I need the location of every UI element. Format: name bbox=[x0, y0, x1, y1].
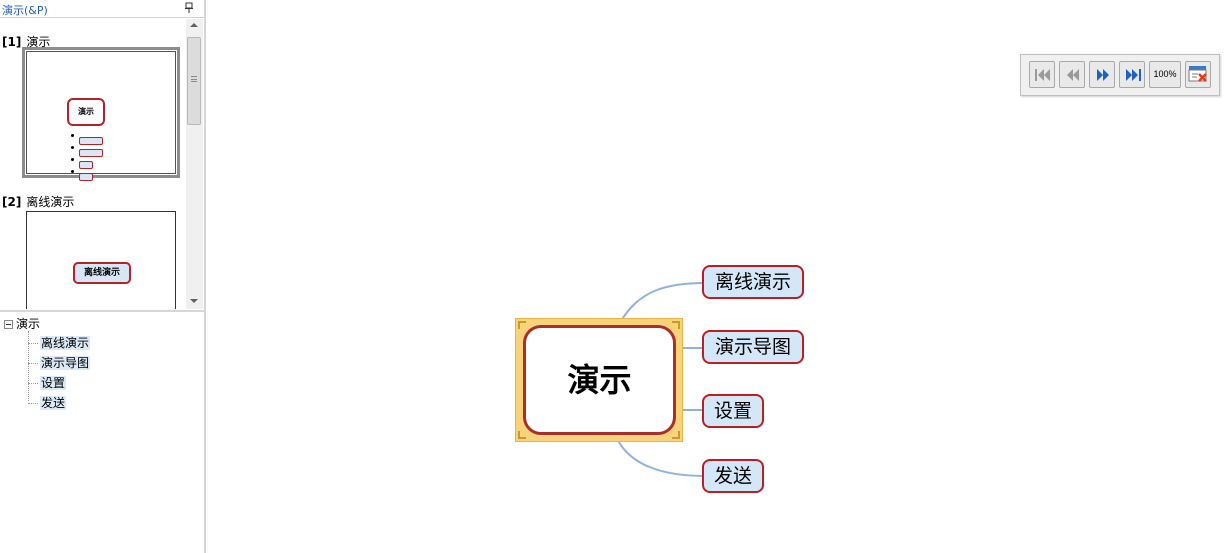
tree-root-item[interactable]: 演示 bbox=[4, 315, 40, 332]
mini-root-node: 演示 bbox=[67, 98, 105, 126]
resize-handle-icon[interactable] bbox=[518, 431, 526, 439]
scroll-up-arrow-icon[interactable] bbox=[190, 23, 198, 27]
zoom-100-button[interactable]: 100% bbox=[1149, 61, 1181, 88]
scroll-down-arrow-icon[interactable] bbox=[190, 299, 198, 303]
collapse-icon[interactable] bbox=[4, 320, 13, 329]
slides-scrollbar[interactable] bbox=[186, 19, 203, 309]
slide-thumbnail-2[interactable]: 离线演示 bbox=[26, 211, 176, 309]
last-slide-button[interactable] bbox=[1119, 61, 1145, 88]
topic-send[interactable]: 发送 bbox=[702, 459, 764, 493]
tree-item-label: 发送 bbox=[40, 396, 67, 410]
tree-item-demo-map[interactable]: 演示导图 bbox=[28, 354, 91, 371]
thumbnail-frame: 演示 bbox=[26, 51, 176, 181]
presentation-panel: 演示(&P) [1] 演示 演示 [2] 离线演示 离线演示 演示 离线演示 演… bbox=[0, 0, 206, 553]
tree-root-label: 演示 bbox=[16, 317, 41, 331]
close-presentation-button[interactable] bbox=[1185, 61, 1211, 88]
last-slide-icon bbox=[1126, 69, 1141, 81]
slides-list: [1] 演示 演示 [2] 离线演示 离线演示 bbox=[0, 19, 204, 309]
panel-header: 演示(&P) bbox=[0, 0, 204, 18]
resize-handle-icon[interactable] bbox=[672, 431, 680, 439]
mini-topic-item bbox=[71, 154, 103, 169]
tree-item-send[interactable]: 发送 bbox=[28, 394, 67, 411]
app-window: 演示(&P) [1] 演示 演示 [2] 离线演示 离线演示 演示 离线演示 演… bbox=[0, 0, 1228, 553]
slide-index: [1] bbox=[2, 35, 22, 49]
mini-topic-item bbox=[71, 166, 103, 181]
scroll-thumb[interactable] bbox=[187, 37, 201, 125]
previous-slide-button[interactable] bbox=[1059, 61, 1085, 88]
resize-handle-icon[interactable] bbox=[518, 321, 526, 329]
next-slide-icon bbox=[1097, 69, 1109, 81]
mini-topic-list bbox=[71, 130, 103, 181]
mini-topic-node: 离线演示 bbox=[73, 262, 131, 284]
topic-offline-demo[interactable]: 离线演示 bbox=[702, 265, 804, 299]
previous-slide-icon bbox=[1067, 69, 1079, 81]
tree-item-label: 演示导图 bbox=[40, 356, 91, 370]
panel-title: 演示(&P) bbox=[2, 4, 48, 17]
slide-label-2: [2] 离线演示 bbox=[2, 193, 74, 210]
tree-item-offline-demo[interactable]: 离线演示 bbox=[28, 334, 91, 351]
tree-item-label: 设置 bbox=[40, 376, 67, 390]
slide-index: [2] bbox=[2, 195, 22, 209]
central-topic[interactable]: 演示 bbox=[523, 325, 676, 435]
presentation-toolbar: 100% bbox=[1020, 54, 1220, 96]
tree-item-label: 离线演示 bbox=[40, 336, 91, 350]
tree-item-settings[interactable]: 设置 bbox=[28, 374, 67, 391]
next-slide-button[interactable] bbox=[1089, 61, 1115, 88]
slide-title: 离线演示 bbox=[26, 195, 75, 209]
topic-settings[interactable]: 设置 bbox=[702, 394, 764, 428]
mini-topic-item bbox=[71, 142, 103, 157]
first-slide-icon bbox=[1035, 69, 1050, 81]
outline-tree: 演示 离线演示 演示导图 设置 发送 bbox=[0, 310, 204, 553]
mini-topic-item bbox=[71, 130, 103, 145]
first-slide-button[interactable] bbox=[1029, 61, 1055, 88]
close-presentation-icon bbox=[1188, 66, 1207, 82]
topic-demo-map[interactable]: 演示导图 bbox=[702, 330, 804, 364]
pin-icon[interactable] bbox=[184, 2, 194, 14]
resize-handle-icon[interactable] bbox=[672, 321, 680, 329]
slide-thumbnail-1[interactable]: 演示 bbox=[22, 47, 180, 181]
scroll-grip-icon bbox=[191, 76, 197, 82]
